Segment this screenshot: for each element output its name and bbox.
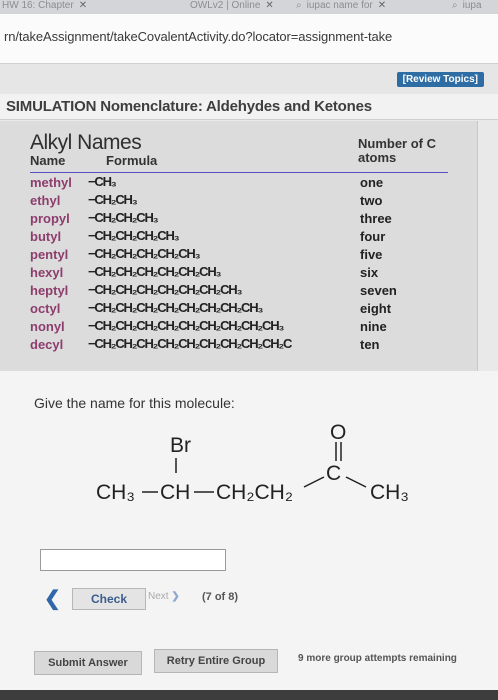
bond-line [303,476,325,488]
table-row: methyl −CH₃ one [30,174,450,192]
ch3-right-label: CH₃ [370,481,409,504]
ch3-left-label: CH₃ [96,481,135,504]
table-row: pentyl −CH₂CH₂CH₂CH₂CH₃ five [30,246,450,264]
tab-label: iupa [462,0,482,11]
row-formula: −CH₂CH₂CH₂CH₂CH₂CH₂CH₂CH₃ [88,300,263,315]
row-number: two [360,193,383,208]
carbonyl-carbon-label: C [326,462,341,485]
table-rows: methyl −CH₃ one ethyl −CH₂CH₃ two propyl… [30,174,450,354]
simulation-panel: Alkyl Names Name Formula Number of C ato… [0,121,478,371]
row-name: pentyl [30,247,69,262]
check-button[interactable]: Check [72,588,146,610]
row-name: butyl [30,229,62,244]
row-number: seven [360,283,397,298]
question-progress: (7 of 8) [202,591,239,603]
column-header-formula: Formula [106,153,158,168]
bromine-label: Br [170,434,191,457]
url-text[interactable]: rn/takeAssignment/takeCovalentActivity.d… [4,29,392,44]
row-name: heptyl [30,283,69,298]
row-formula: −CH₂CH₂CH₂CH₂CH₂CH₃ [88,264,222,279]
answer-input[interactable] [40,549,226,571]
table-row: butyl −CH₂CH₂CH₂CH₃ four [30,228,450,246]
table-row: octyl −CH₂CH₂CH₂CH₂CH₂CH₂CH₂CH₃ eight [30,300,450,318]
row-number: four [360,229,386,244]
row-formula: −CH₂CH₃ [88,192,138,207]
row-formula: −CH₂CH₂CH₂CH₂CH₂CH₂CH₃ [88,282,242,297]
table-row: propyl −CH₂CH₂CH₃ three [30,210,450,228]
row-number: eight [360,301,392,316]
column-header-name: Name [30,153,66,168]
row-number: one [360,175,384,190]
table-row: ethyl −CH₂CH₃ two [30,192,450,210]
row-number: nine [360,319,387,334]
close-icon[interactable]: ✕ [378,0,386,11]
row-formula: −CH₂CH₂CH₃ [88,210,159,225]
search-icon: ⌕ [296,0,302,11]
address-bar[interactable]: rn/takeAssignment/takeCovalentActivity.d… [0,14,498,64]
table-row: heptyl −CH₂CH₂CH₂CH₂CH₂CH₂CH₃ seven [30,282,450,300]
alkyl-names-table: Alkyl Names Name Formula Number of C ato… [30,131,450,352]
submit-answer-button[interactable]: Submit Answer [34,651,142,675]
column-header-number: Number of C atoms [358,136,436,165]
question-prompt: Give the name for this molecule: [34,395,235,411]
browser-tab[interactable]: HW 16: Chapter ✕ [2,0,87,12]
simulation-header: SIMULATION Nomenclature: Aldehydes and K… [0,94,498,120]
assignment-toolbar: [Review Topics] [0,64,498,94]
tab-label: iupac name for [306,0,373,11]
close-icon[interactable]: ✕ [265,0,273,11]
tab-label: OWLv2 | Online [190,0,261,11]
search-icon: ⌕ [452,0,458,11]
table-row: hexyl −CH₂CH₂CH₂CH₂CH₂CH₃ six [30,264,450,282]
row-name: hexyl [30,265,64,280]
header-divider [30,172,448,173]
row-name: propyl [30,211,70,226]
row-number: six [360,265,379,280]
attempts-remaining: 9 more group attempts remaining [298,653,457,664]
table-row: nonyl −CH₂CH₂CH₂CH₂CH₂CH₂CH₂CH₂CH₃ nine [30,318,450,336]
browser-tab[interactable]: ⌕ iupa [452,0,482,12]
next-label: Next [148,591,169,602]
row-number: three [360,211,392,226]
browser-tab[interactable]: ⌕ iupac name for ✕ [296,0,386,12]
tab-label: HW 16: Chapter [2,0,74,11]
retry-group-button[interactable]: Retry Entire Group [154,649,278,673]
row-name: nonyl [30,319,65,334]
question-area: Give the name for this molecule: Br CH₃ … [0,371,498,700]
row-formula: −CH₂CH₂CH₂CH₃ [88,228,180,243]
row-name: octyl [30,301,61,316]
ch2ch2-label: CH₂CH₂ [216,481,293,504]
simulation-prefix: SIMULATION [6,98,97,115]
row-number: five [360,247,383,262]
browser-tab-strip: HW 16: Chapter ✕ OWLv2 | Online ✕ ⌕ iupa… [0,0,498,14]
browser-tab[interactable]: OWLv2 | Online ✕ [190,0,274,12]
ch-label: CH [160,481,190,504]
oxygen-label: O [330,421,346,444]
row-formula: −CH₂CH₂CH₂CH₂CH₂CH₂CH₂CH₂CH₂C [88,336,292,351]
next-button[interactable]: Next ❯ [148,591,180,602]
simulation-name: Nomenclature: Aldehydes and Ketones [100,98,372,115]
chevron-left-icon[interactable]: ❮ [44,586,61,611]
row-name: ethyl [30,193,61,208]
close-icon[interactable]: ✕ [79,0,87,11]
row-name: decyl [30,337,64,352]
chevron-right-icon: ❯ [171,591,180,602]
table-row: decyl −CH₂CH₂CH₂CH₂CH₂CH₂CH₂CH₂CH₂C ten [30,336,450,354]
row-formula: −CH₃ [88,174,117,189]
row-formula: −CH₂CH₂CH₂CH₂CH₃ [88,246,201,261]
footer-actions: Submit Answer Retry Entire Group 9 more … [34,649,484,675]
row-name: methyl [30,175,72,190]
molecule-structure: Br CH₃ CH CH₂CH₂ C O CH₃ [96,421,409,504]
row-formula: −CH₂CH₂CH₂CH₂CH₂CH₂CH₂CH₂CH₃ [88,318,284,333]
review-topics-link[interactable]: [Review Topics] [396,72,484,87]
bond-line [345,476,367,488]
row-number: ten [360,337,380,352]
window-bottom-edge [0,690,498,700]
simulation-title: SIMULATION Nomenclature: Aldehydes and K… [6,98,372,115]
